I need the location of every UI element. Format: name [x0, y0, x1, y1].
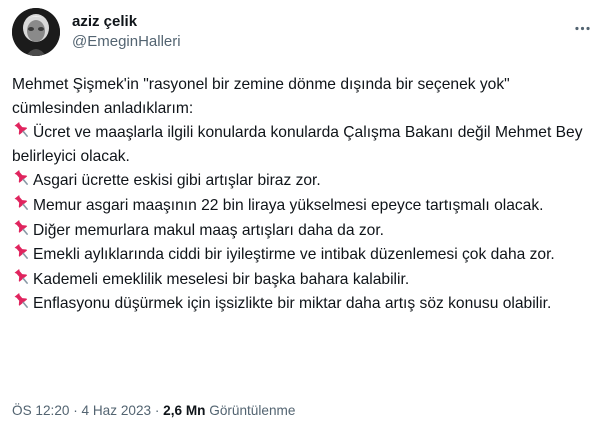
- tweet-date: 4 Haz 2023: [81, 403, 152, 418]
- tweet-card: aziz çelik @EmeginHalleri Mehmet Şişmek'…: [0, 0, 608, 432]
- tweet-point: Enflasyonu düşürmek için işsizlikte bir …: [12, 291, 596, 316]
- tweet-point-text: Emekli aylıklarında ciddi bir iyileştirm…: [33, 246, 555, 264]
- user-names: aziz çelik @EmeginHalleri: [72, 12, 181, 52]
- tweet-text: Mehmet Şişmek'in "rasyonel bir zemine dö…: [12, 73, 596, 316]
- tweet-time: ÖS 12:20: [12, 403, 70, 418]
- views-count: 2,6 Mn: [163, 403, 206, 418]
- tweet-meta: ÖS 12:20 · 4 Haz 2023 · 2,6 Mn Görüntüle…: [12, 402, 295, 420]
- pushpin-icon: [12, 168, 32, 188]
- tweet-point: Diğer memurlara makul maaş artışları dah…: [12, 218, 596, 243]
- tweet-point-text: Ücret ve maaşlarla ilgili konularda konu…: [12, 124, 583, 165]
- display-name[interactable]: aziz çelik: [72, 12, 181, 32]
- meta-separator: ·: [69, 403, 82, 418]
- avatar[interactable]: [12, 8, 60, 56]
- avatar-image: [12, 8, 60, 56]
- tweet-intro-line: cümlesinden anladıklarım:: [12, 99, 194, 117]
- tweet-point: Emekli aylıklarında ciddi bir iyileştirm…: [12, 242, 596, 267]
- views-label: Görüntülenme: [205, 403, 296, 418]
- tweet-point: Ücret ve maaşlarla ilgili konularda konu…: [12, 120, 596, 168]
- tweet-point-text: Asgari ücrette eskisi gibi artışlar bira…: [33, 172, 321, 190]
- meta-separator: ·: [151, 403, 164, 418]
- tweet-point: Asgari ücrette eskisi gibi artışlar bira…: [12, 168, 596, 193]
- tweet-intro-line: Mehmet Şişmek'in "rasyonel bir zemine dö…: [12, 76, 510, 93]
- tweet-point: Kademeli emeklilik meselesi bir başka ba…: [12, 267, 596, 292]
- more-horizontal-icon: [574, 26, 590, 30]
- tweet-point-text: Enflasyonu düşürmek için işsizlikte bir …: [33, 295, 552, 313]
- tweet-point: Memur asgari maaşının 22 bin liraya yüks…: [12, 193, 596, 218]
- tweet-point-text: Kademeli emeklilik meselesi bir başka ba…: [33, 270, 410, 288]
- tweet-point-text: Diğer memurlara makul maaş artışları dah…: [33, 221, 384, 239]
- pushpin-icon: [12, 291, 32, 311]
- pushpin-icon: [12, 267, 32, 287]
- tweet-timestamp[interactable]: ÖS 12:20 · 4 Haz 2023: [12, 403, 151, 418]
- pushpin-icon: [12, 218, 32, 238]
- tweet-point-text: Memur asgari maaşının 22 bin liraya yüks…: [33, 196, 544, 214]
- pushpin-icon: [12, 120, 32, 140]
- pushpin-icon: [12, 242, 32, 262]
- user-handle[interactable]: @EmeginHalleri: [72, 32, 181, 52]
- pushpin-icon: [12, 193, 32, 213]
- tweet-header: aziz çelik @EmeginHalleri: [12, 8, 596, 64]
- more-options-button[interactable]: [568, 14, 596, 42]
